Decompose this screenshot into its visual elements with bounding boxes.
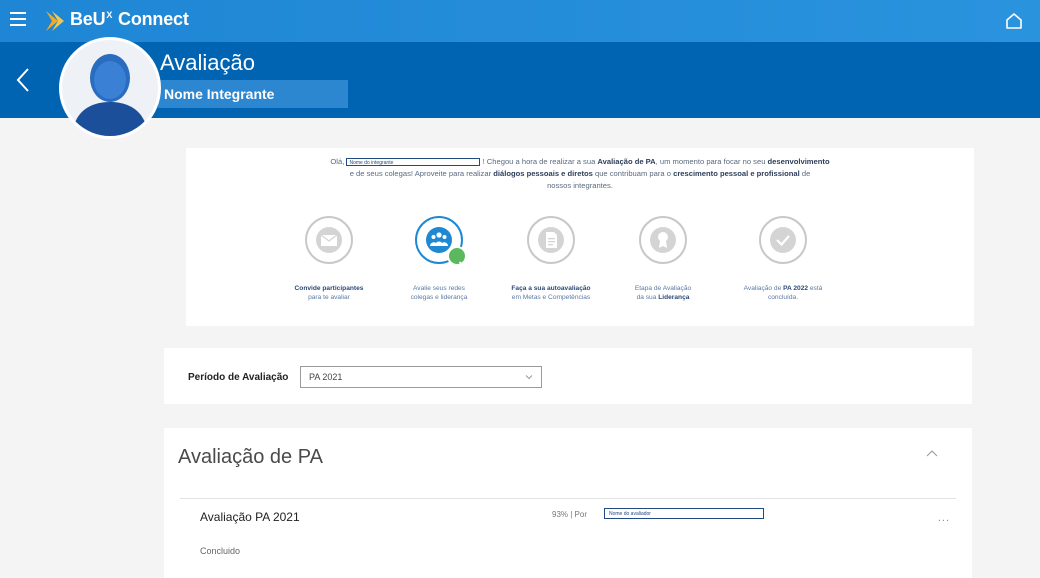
brand-logo-icon <box>46 11 64 31</box>
member-name-badge: Nome Integrante <box>158 80 348 108</box>
chevron-down-icon <box>525 375 533 380</box>
divider <box>180 498 956 499</box>
period-value: PA 2021 <box>309 372 343 382</box>
back-arrow-icon[interactable] <box>14 66 32 94</box>
period-select[interactable]: PA 2021 <box>300 366 542 388</box>
pa-section-title: Avaliação de PA <box>178 446 323 468</box>
app-brand: BeUX Connect <box>70 9 189 29</box>
avatar <box>62 40 158 136</box>
step-invite[interactable]: Convide participantes para te avaliar <box>274 216 384 302</box>
step-self-evaluation[interactable]: Faça a sua autoavaliação em Metas e Compe… <box>496 216 606 302</box>
step-evaluate-colleagues[interactable]: Avalie seus redes colegas e liderança <box>384 216 494 302</box>
document-icon <box>538 227 564 253</box>
home-icon[interactable] <box>1004 11 1024 31</box>
intro-card: Olá, Nome do integrante ! Chegou a hora … <box>186 148 974 326</box>
award-icon <box>650 227 676 253</box>
pa-status: Concluido <box>200 546 241 556</box>
hamburger-menu-icon[interactable] <box>10 12 26 26</box>
pa-row-title[interactable]: Avaliação PA 2021 <box>200 510 300 524</box>
integrante-name-box: Nome do integrante <box>346 158 481 166</box>
pa-section: Avaliação de PA Avaliação PA 2021 93% | … <box>164 428 972 578</box>
user-silhouette-icon <box>62 40 158 136</box>
intro-text: Olá, Nome do integrante ! Chegou a hora … <box>330 157 830 190</box>
evaluator-name-box: Nome do avaliador <box>604 508 764 519</box>
top-bar: BeUX Connect <box>0 0 1040 42</box>
pa-progress: 93% | Por <box>552 510 587 519</box>
period-card: Período de Avaliação PA 2021 <box>164 348 972 404</box>
check-badge-icon <box>447 246 468 266</box>
envelope-icon <box>316 227 342 253</box>
chevron-up-icon[interactable] <box>926 448 938 460</box>
more-options-icon[interactable]: ... <box>938 512 950 524</box>
step-leadership-evaluation[interactable]: Etapa de Avaliação da sua Liderança <box>608 216 718 302</box>
check-icon <box>770 227 796 253</box>
period-label: Período de Avaliação <box>188 372 289 383</box>
page-title: Avaliação <box>160 50 255 75</box>
step-completed[interactable]: Avaliação de PA 2022 está concluída. <box>728 216 838 302</box>
